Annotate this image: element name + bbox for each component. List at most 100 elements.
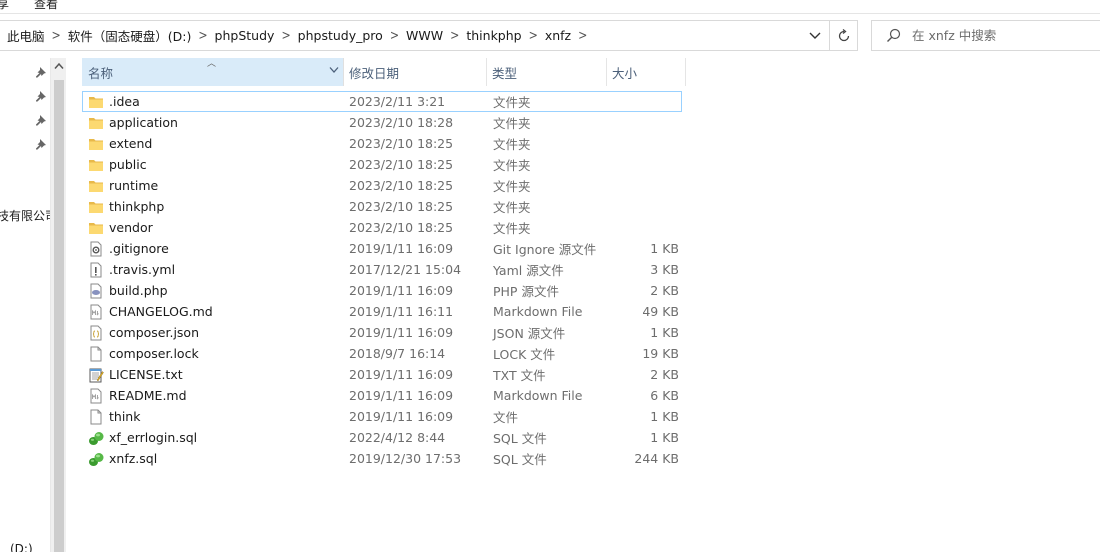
chevron-down-icon[interactable] bbox=[329, 66, 339, 74]
file-modified-date: 2023/2/10 18:25 bbox=[349, 220, 454, 235]
file-name: application bbox=[109, 115, 178, 130]
file-type: 文件夹 bbox=[493, 95, 531, 110]
file-name: runtime bbox=[109, 178, 159, 193]
chevron-right-icon[interactable]: > bbox=[198, 28, 207, 44]
folder-row[interactable]: .idea 2023/2/11 3:21 文件夹 bbox=[82, 91, 682, 112]
file-row[interactable]: README.md 2019/1/11 16:09 Markdown File 6 K… bbox=[82, 385, 692, 406]
address-history-dropdown[interactable] bbox=[801, 21, 829, 50]
breadcrumb-item[interactable]: 此电脑 bbox=[7, 26, 45, 45]
file-name: README.md bbox=[109, 388, 187, 403]
file-size: 1 KB bbox=[650, 409, 679, 424]
file-type: 文件夹 bbox=[493, 137, 531, 152]
chevron-right-icon[interactable]: > bbox=[578, 28, 587, 44]
file-name: .gitignore bbox=[109, 241, 169, 256]
file-name: extend bbox=[109, 136, 153, 151]
nav-item-drive-d[interactable]: (D:) bbox=[10, 542, 33, 552]
file-type: LOCK 文件 bbox=[493, 347, 556, 362]
file-row[interactable]: .gitignore 2019/1/11 16:09 Git Ignore 源文件 1… bbox=[82, 238, 692, 259]
file-modified-date: 2023/2/10 18:25 bbox=[349, 157, 454, 172]
file-modified-date: 2019/1/11 16:09 bbox=[349, 367, 454, 382]
file-size: 244 KB bbox=[634, 451, 679, 466]
folder-row[interactable]: application 2023/2/10 18:28 文件夹 bbox=[82, 112, 692, 133]
file-size: 6 KB bbox=[650, 388, 679, 403]
file-modified-date: 2023/2/10 18:28 bbox=[349, 115, 454, 130]
navigation-pane: 技有限公司 (D:) bbox=[0, 58, 50, 552]
scrollbar-thumb[interactable] bbox=[54, 80, 64, 552]
sql-file-icon bbox=[88, 451, 104, 467]
menu-item-share[interactable]: 享 bbox=[0, 0, 9, 12]
file-name: xf_errlogin.sql bbox=[109, 430, 198, 445]
folder-icon bbox=[88, 178, 104, 194]
sort-ascending-icon: ︿ bbox=[207, 59, 217, 69]
chevron-right-icon[interactable]: > bbox=[52, 28, 61, 44]
folder-row[interactable]: thinkphp 2023/2/10 18:25 文件夹 bbox=[82, 196, 692, 217]
file-row[interactable]: composer.lock 2018/9/7 16:14 LOCK 文件 19 KB bbox=[82, 343, 692, 364]
file-type: Markdown File bbox=[493, 304, 583, 319]
folder-icon bbox=[88, 94, 104, 110]
nav-item-company[interactable]: 技有限公司 bbox=[0, 207, 50, 224]
file-name: CHANGELOG.md bbox=[109, 304, 213, 319]
chevron-right-icon[interactable]: > bbox=[390, 28, 399, 44]
file-modified-date: 2022/4/12 8:44 bbox=[349, 430, 446, 445]
breadcrumb-item[interactable]: WWW bbox=[406, 28, 443, 43]
search-input[interactable] bbox=[912, 28, 1092, 43]
file-row[interactable]: composer.json 2019/1/11 16:09 JSON 源文件 1 KB bbox=[82, 322, 692, 343]
folder-row[interactable]: runtime 2023/2/10 18:25 文件夹 bbox=[82, 175, 692, 196]
file-name: xnfz.sql bbox=[109, 451, 158, 466]
file-name: .idea bbox=[109, 94, 140, 109]
file-row[interactable]: think 2019/1/11 16:09 文件 1 KB bbox=[82, 406, 692, 427]
column-header-type[interactable]: 类型 bbox=[487, 58, 607, 86]
column-header-name[interactable]: ︿ 名称 bbox=[82, 58, 344, 86]
file-row[interactable]: build.php 2019/1/11 16:09 PHP 源文件 2 KB bbox=[82, 280, 692, 301]
breadcrumb-item[interactable]: xnfz bbox=[545, 28, 571, 43]
menu-item-view[interactable]: 查看 bbox=[34, 0, 58, 12]
breadcrumb-item[interactable]: phpstudy_pro bbox=[298, 28, 383, 43]
file-name: build.php bbox=[109, 283, 168, 298]
file-size: 2 KB bbox=[650, 367, 679, 382]
refresh-button[interactable] bbox=[830, 20, 858, 51]
search-box[interactable] bbox=[871, 20, 1100, 51]
file-modified-date: 2019/1/11 16:11 bbox=[349, 304, 454, 319]
sql-file-icon bbox=[88, 430, 104, 446]
folder-row[interactable]: vendor 2023/2/10 18:25 文件夹 bbox=[82, 217, 692, 238]
file-type: 文件夹 bbox=[493, 158, 531, 173]
file-type: SQL 文件 bbox=[493, 431, 547, 446]
scroll-up-arrow-icon[interactable] bbox=[54, 62, 64, 70]
column-header-size[interactable]: 大小 bbox=[607, 58, 686, 86]
pin-icon[interactable] bbox=[35, 90, 47, 102]
nav-scrollbar[interactable] bbox=[50, 58, 66, 552]
breadcrumb-item[interactable]: thinkphp bbox=[466, 28, 521, 43]
breadcrumb: 此电脑 > 软件（固态硬盘）(D:) > phpStudy > phpstudy_pr… bbox=[7, 21, 594, 50]
address-bar[interactable]: 此电脑 > 软件（固态硬盘）(D:) > phpStudy > phpstudy_pr… bbox=[0, 20, 830, 51]
file-type: 文件夹 bbox=[493, 179, 531, 194]
pin-icon[interactable] bbox=[35, 66, 47, 78]
refresh-icon bbox=[838, 28, 849, 41]
file-type: Markdown File bbox=[493, 388, 583, 403]
file-row[interactable]: LICENSE.txt 2019/1/11 16:09 TXT 文件 2 KB bbox=[82, 364, 692, 385]
file-row[interactable]: CHANGELOG.md 2019/1/11 16:11 Markdown File… bbox=[82, 301, 692, 322]
file-name: public bbox=[109, 157, 147, 172]
file-row[interactable]: xnfz.sql 2019/12/30 17:53 SQL 文件 244 KB bbox=[82, 448, 692, 469]
file-modified-date: 2019/1/11 16:09 bbox=[349, 325, 454, 340]
folder-row[interactable]: extend 2023/2/10 18:25 文件夹 bbox=[82, 133, 692, 154]
breadcrumb-item[interactable]: phpStudy bbox=[215, 28, 275, 43]
pin-icon[interactable] bbox=[35, 138, 47, 150]
file-type: 文件夹 bbox=[493, 200, 531, 215]
folder-icon bbox=[88, 136, 104, 152]
chevron-right-icon[interactable]: > bbox=[450, 28, 459, 44]
folder-row[interactable]: public 2023/2/10 18:25 文件夹 bbox=[82, 154, 692, 175]
chevron-right-icon[interactable]: > bbox=[529, 28, 538, 44]
file-row[interactable]: .travis.yml 2017/12/21 15:04 Yaml 源文件 3 KB bbox=[82, 259, 692, 280]
blank-file-icon bbox=[88, 346, 104, 362]
file-name: composer.lock bbox=[109, 346, 199, 361]
file-modified-date: 2018/9/7 16:14 bbox=[349, 346, 446, 361]
column-header-date[interactable]: 修改日期 bbox=[344, 58, 487, 86]
breadcrumb-item[interactable]: 软件（固态硬盘）(D:) bbox=[68, 26, 192, 45]
file-row[interactable]: xf_errlogin.sql 2022/4/12 8:44 SQL 文件 1 KB bbox=[82, 427, 692, 448]
chevron-right-icon[interactable]: > bbox=[281, 28, 290, 44]
folder-icon bbox=[88, 220, 104, 236]
pin-icon[interactable] bbox=[35, 114, 47, 126]
column-header-label: 名称 bbox=[88, 65, 114, 81]
file-size: 1 KB bbox=[650, 241, 679, 256]
file-modified-date: 2023/2/10 18:25 bbox=[349, 199, 454, 214]
